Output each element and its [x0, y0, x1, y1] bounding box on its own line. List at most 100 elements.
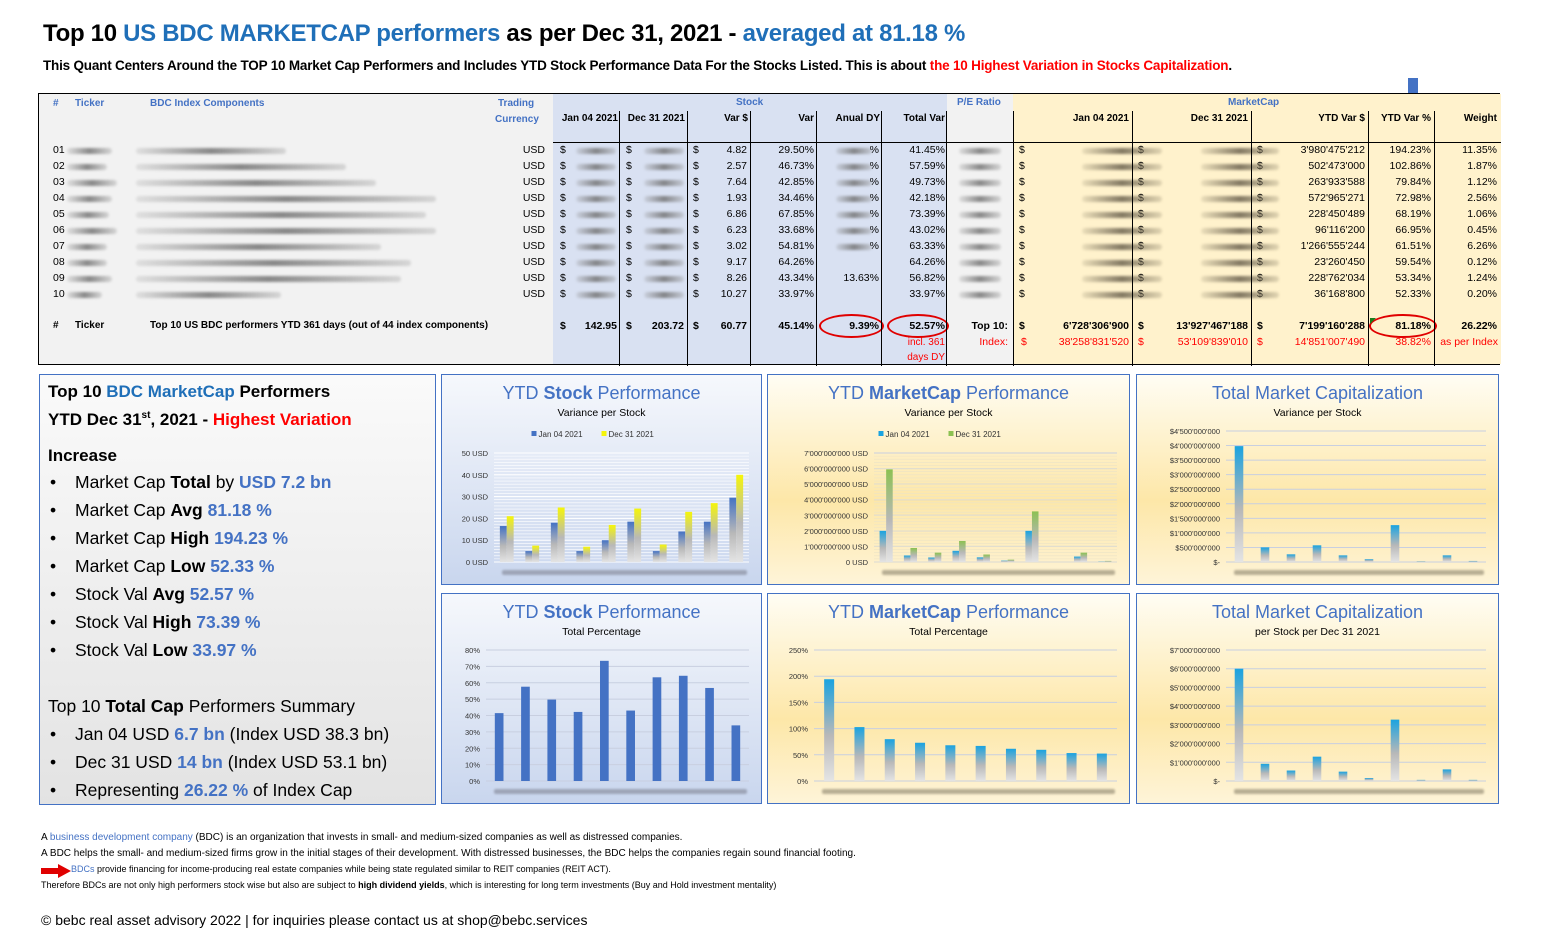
footer-l4-bold: high dividend yields	[358, 880, 445, 890]
summary-h2-mid: , 2021 -	[150, 409, 213, 429]
row-var-usd: 2.57	[726, 160, 747, 172]
footer-line-4: Therefore BDCs are not only high perform…	[41, 880, 776, 890]
header-mc-jan: Jan 04 2021	[1072, 113, 1129, 124]
row-var: 54.81%	[778, 240, 814, 252]
footer-l4-suffix: , which is interesting for long term inv…	[444, 880, 777, 890]
header-components: BDC Index Components	[150, 98, 265, 109]
totals-total-var-note1: incl. 361	[907, 337, 945, 348]
row-total-var: 56.82%	[909, 272, 945, 284]
y-tick-label: $1'000'000'000	[1170, 758, 1220, 767]
y-tick-label: 3'000'000'000 USD	[804, 511, 869, 520]
redacted-value	[1201, 292, 1279, 298]
summary-cap-item: • Jan 04 USD 6.7 bn (Index USD 38.3 bn)	[48, 720, 427, 748]
chart-stock-variance: YTD Stock Performance Variance per Stock J…	[441, 374, 762, 585]
redacted-value	[136, 148, 286, 154]
currency-symbol: $	[626, 272, 632, 284]
y-tick-label: $3'000'000'000	[1170, 721, 1220, 730]
row-weight: 1.24%	[1467, 272, 1497, 284]
redacted-value	[576, 244, 616, 250]
y-tick-label: 10%	[465, 761, 480, 770]
header-anual-dy: Anual DY	[835, 113, 880, 124]
bdcs-link[interactable]: BDCs	[71, 864, 95, 874]
bar-jan-04-2021-6	[627, 521, 635, 562]
y-tick-label: 5'000'000'000 USD	[804, 480, 869, 489]
redacted-value	[136, 164, 346, 170]
summary-h1-highlight: BDC MarketCap	[106, 382, 235, 401]
row-ytd-var-pct: 194.23%	[1389, 144, 1431, 156]
summary-list-item: • Market Cap Total by USD 7.2 bn	[48, 468, 427, 496]
bar-dec-31-2021-4	[1312, 756, 1322, 781]
highlight-dy-circle	[819, 314, 884, 338]
footer-line-3: BDCs provide financing for income-produc…	[71, 864, 611, 874]
redacted-x-labels	[882, 570, 1115, 575]
legend-label: Jan 04 2021	[539, 430, 584, 439]
bar-dec-31-2021-10	[1104, 560, 1112, 562]
y-tick-label: 6'000'000'000 USD	[804, 465, 869, 474]
redacted-value	[67, 148, 112, 154]
bar-dec-31-2021-2	[1260, 763, 1270, 781]
bullet-icon: •	[50, 555, 57, 576]
row-weight: 2.56%	[1467, 192, 1497, 204]
row-currency: USD	[522, 144, 545, 156]
bar-jan-04-2021-3	[928, 557, 935, 562]
currency-symbol: $	[1019, 144, 1025, 156]
totals-stock-dec: 203.72	[651, 320, 684, 332]
redacted-value	[644, 148, 684, 154]
header-mc-dec: Dec 31 2021	[1190, 113, 1248, 124]
y-tick-label: $4'500'000'000	[1170, 427, 1220, 436]
redacted-value	[644, 228, 684, 234]
bar-dec-31-2021-9	[1080, 552, 1088, 562]
currency-symbol: $	[560, 288, 566, 300]
redacted-value	[576, 228, 616, 234]
redacted-value	[67, 276, 112, 282]
y-tick-label: 4'000'000'000 USD	[804, 496, 869, 505]
redacted-value	[136, 212, 426, 218]
redacted-value	[136, 244, 381, 250]
bar-ytd-var--6	[975, 745, 986, 781]
y-tick-label: $500'000'000	[1175, 543, 1220, 552]
y-tick-label: $1'500'000'000	[1170, 514, 1220, 523]
row-currency: USD	[522, 224, 545, 236]
redacted-value	[836, 228, 872, 234]
currency-symbol: $	[626, 288, 632, 300]
y-tick-label: 150%	[789, 698, 809, 707]
row-ytd-var-pct: 68.19%	[1395, 208, 1431, 220]
y-tick-label: 30 USD	[462, 493, 489, 502]
summary-list-item: • Market Cap High 194.23 %	[48, 524, 427, 552]
row-var-usd: 6.23	[726, 224, 747, 236]
y-tick-label: 10 USD	[462, 536, 489, 545]
redacted-value	[136, 228, 436, 234]
redacted-value	[1201, 228, 1279, 234]
redacted-value	[836, 196, 872, 202]
y-tick-label: $-	[1213, 558, 1220, 567]
row-var: 64.26%	[778, 256, 814, 268]
summary-list-item: • Stock Val Low 33.97 %	[48, 636, 427, 664]
bar-total-var-4	[573, 711, 583, 781]
currency-symbol: $	[693, 240, 699, 252]
currency-symbol: $	[693, 272, 699, 284]
item-text: Representing 26.22 % of Index Cap	[75, 779, 353, 800]
y-tick-label: 100%	[789, 725, 809, 734]
bar-jan-04-2021-1	[879, 530, 887, 562]
summary-cap-item: • Representing 26.22 % of Index Cap	[48, 776, 427, 804]
totals-var: 45.14%	[778, 320, 814, 332]
row-var: 29.50%	[778, 144, 814, 156]
summary-increase-label: Increase	[48, 445, 117, 465]
y-tick-label: 0 USD	[466, 558, 489, 567]
bar-ytd-var--10	[1468, 560, 1478, 562]
legend-label: Jan 04 2021	[886, 430, 931, 439]
chart-marketcap-total-percentage: YTD MarketCap Performance Total Percentag…	[767, 593, 1130, 804]
row-var-usd: 9.17	[726, 256, 747, 268]
y-tick-label: $7'000'000'000	[1170, 646, 1220, 655]
bar-ytd-var--9	[1442, 555, 1452, 562]
currency-symbol: $	[1019, 272, 1025, 284]
bar-total-var-5	[600, 660, 609, 781]
chart-plot: 0% 10% 20% 30% 40% 50% 60% 70% 80%	[465, 646, 749, 794]
redacted-value	[136, 180, 376, 186]
bdc-definition-link[interactable]: business development company	[50, 832, 193, 843]
currency-symbol: $	[626, 224, 632, 236]
summary-cap-item: • Dec 31 USD 14 bn (Index USD 53.1 bn)	[48, 748, 427, 776]
totals-var-usd: 60.77	[720, 320, 747, 332]
redacted-value	[576, 276, 616, 282]
y-tick-label: 20%	[465, 744, 480, 753]
